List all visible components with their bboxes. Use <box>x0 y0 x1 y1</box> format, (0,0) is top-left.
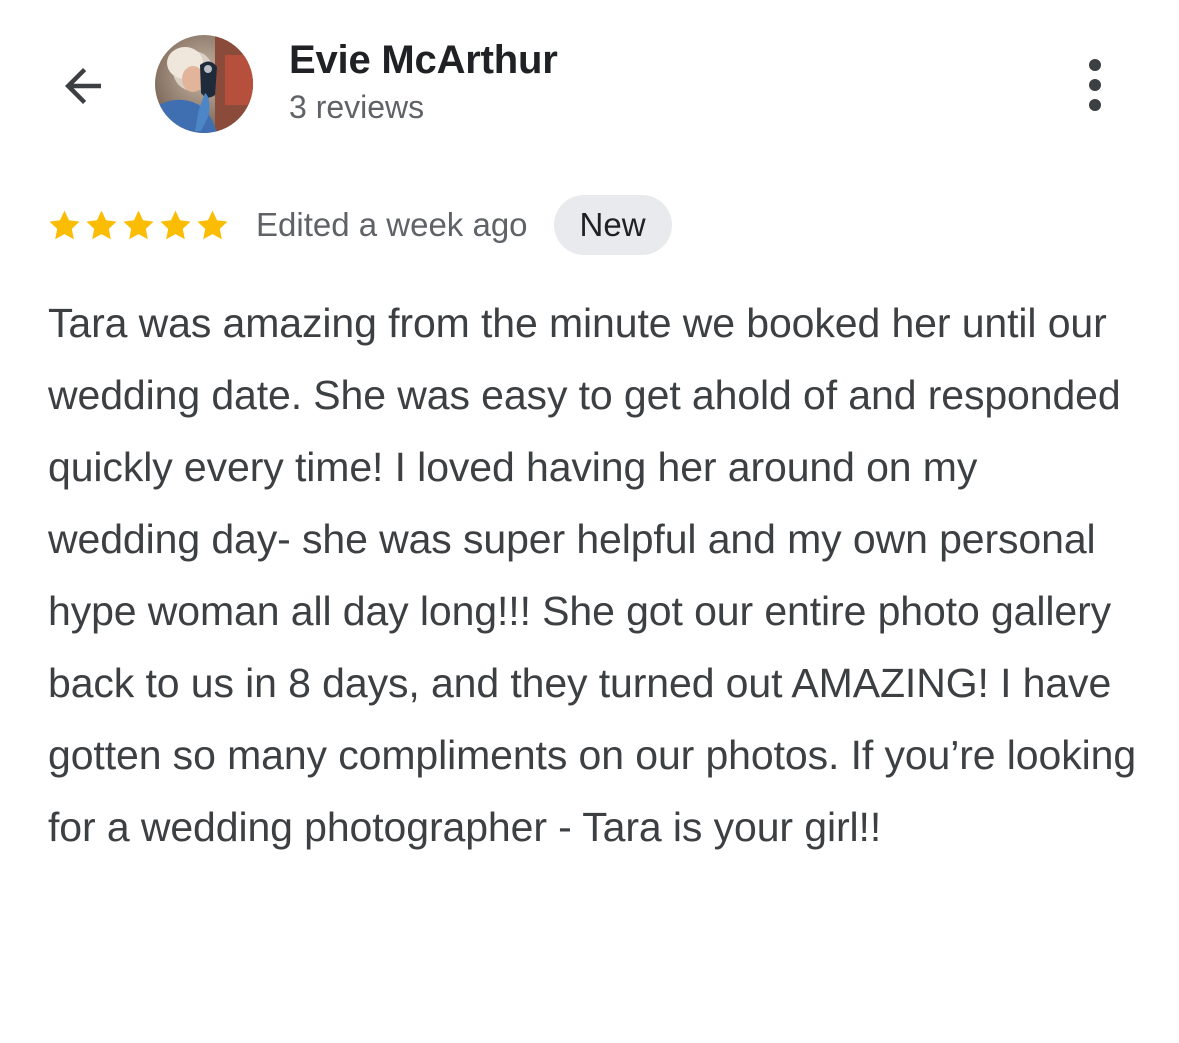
arrow-left-icon <box>65 68 101 104</box>
review-header: Evie McArthur 3 reviews <box>0 0 1179 160</box>
author-name[interactable]: Evie McArthur <box>289 38 558 83</box>
star-icon <box>86 210 117 239</box>
star-icon <box>197 210 228 239</box>
star-rating <box>47 208 230 243</box>
more-options-button[interactable] <box>1066 52 1124 118</box>
review-text: Tara was amazing from the minute we book… <box>48 300 1137 850</box>
back-button[interactable] <box>52 55 114 117</box>
profile-photo <box>155 35 253 133</box>
avatar[interactable] <box>155 35 253 133</box>
more-vertical-icon <box>1089 59 1101 111</box>
edited-timestamp: Edited a week ago <box>256 206 528 243</box>
review-meta: Edited a week ago New <box>47 193 672 257</box>
review-count[interactable]: 3 reviews <box>289 89 424 126</box>
star-icon <box>123 210 154 239</box>
star-icon <box>160 210 191 239</box>
star-icon <box>49 210 80 239</box>
new-badge: New <box>553 195 672 255</box>
